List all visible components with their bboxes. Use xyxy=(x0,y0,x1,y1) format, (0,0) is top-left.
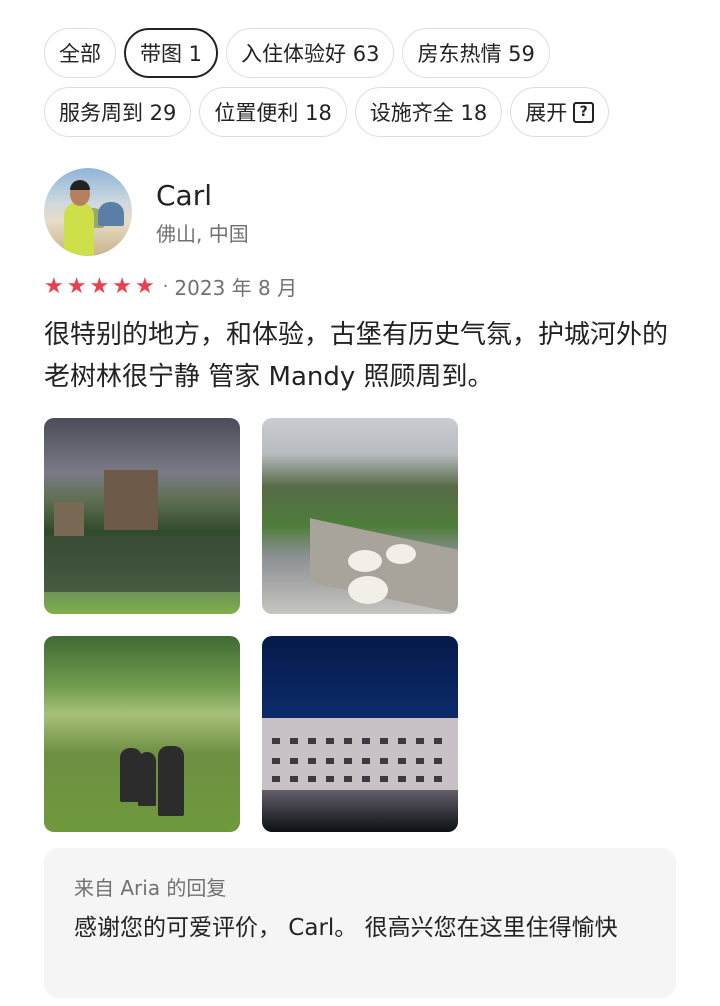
reply-text: 感谢您的可爱评价， Carl。 很高兴您在这里住得愉快 xyxy=(74,915,618,941)
reviewer-header: Carl 佛山, 中国 xyxy=(44,168,249,256)
filter-chip-complete-facilities[interactable]: 设施齐全 18 xyxy=(354,87,503,137)
star-icon: ★ xyxy=(89,273,110,299)
help-box-icon: ? xyxy=(573,101,595,123)
reviewer-info: Carl 佛山, 中国 xyxy=(156,178,249,247)
star-icon: ★ xyxy=(112,273,132,299)
filter-chip-friendly-host[interactable]: 房东热情 59 xyxy=(402,28,550,78)
separator-dot: · xyxy=(162,276,169,297)
filter-row-2: 服务周到 29 位置便利 18 设施齐全 18 展开 ? xyxy=(44,87,684,137)
star-rating: ★ ★ ★ ★ ★ xyxy=(44,273,155,301)
reviewer-location: 佛山, 中国 xyxy=(156,221,249,246)
rating-row: ★ ★ ★ ★ ★ · 2023 年 8 月 xyxy=(44,272,297,301)
forest-walk-photo[interactable] xyxy=(44,636,240,832)
review-date: 2023 年 8 月 xyxy=(174,276,298,300)
avatar[interactable] xyxy=(44,168,132,256)
filter-chip-all[interactable]: 全部 xyxy=(44,28,116,78)
reply-title: 来自 Aria 的回复 xyxy=(74,876,227,900)
review-text: 很特别的地方，和体验，古堡有历史气氛，护城河外的老树林很宁静 管家 Mandy … xyxy=(44,320,669,392)
expand-filters-button[interactable]: 展开 ? xyxy=(510,87,610,137)
filter-row-1: 全部 带图 1 入住体验好 63 房东热情 59 xyxy=(44,28,684,78)
castle-moat-photo[interactable] xyxy=(44,418,240,614)
expand-label: 展开 xyxy=(525,101,568,125)
filter-chip-good-service[interactable]: 服务周到 29 xyxy=(44,87,192,137)
castle-night-photo[interactable] xyxy=(262,636,458,832)
star-icon: ★ xyxy=(66,273,87,299)
filter-chip-convenient-location[interactable]: 位置便利 18 xyxy=(199,87,347,137)
picnic-breakfast-photo[interactable] xyxy=(262,418,458,614)
reviewer-name[interactable]: Carl xyxy=(156,178,249,214)
filter-chips: 全部 带图 1 入住体验好 63 房东热情 59 服务周到 29 位置便利 18… xyxy=(44,28,684,146)
filter-chip-good-experience[interactable]: 入住体验好 63 xyxy=(226,28,395,78)
star-icon: ★ xyxy=(134,273,155,299)
filter-chip-with-photos[interactable]: 带图 1 xyxy=(124,28,219,78)
star-icon: ★ xyxy=(44,273,64,299)
host-reply: 来自 Aria 的回复 感谢您的可爱评价， Carl。 很高兴您在这里住得愉快 xyxy=(44,848,676,998)
